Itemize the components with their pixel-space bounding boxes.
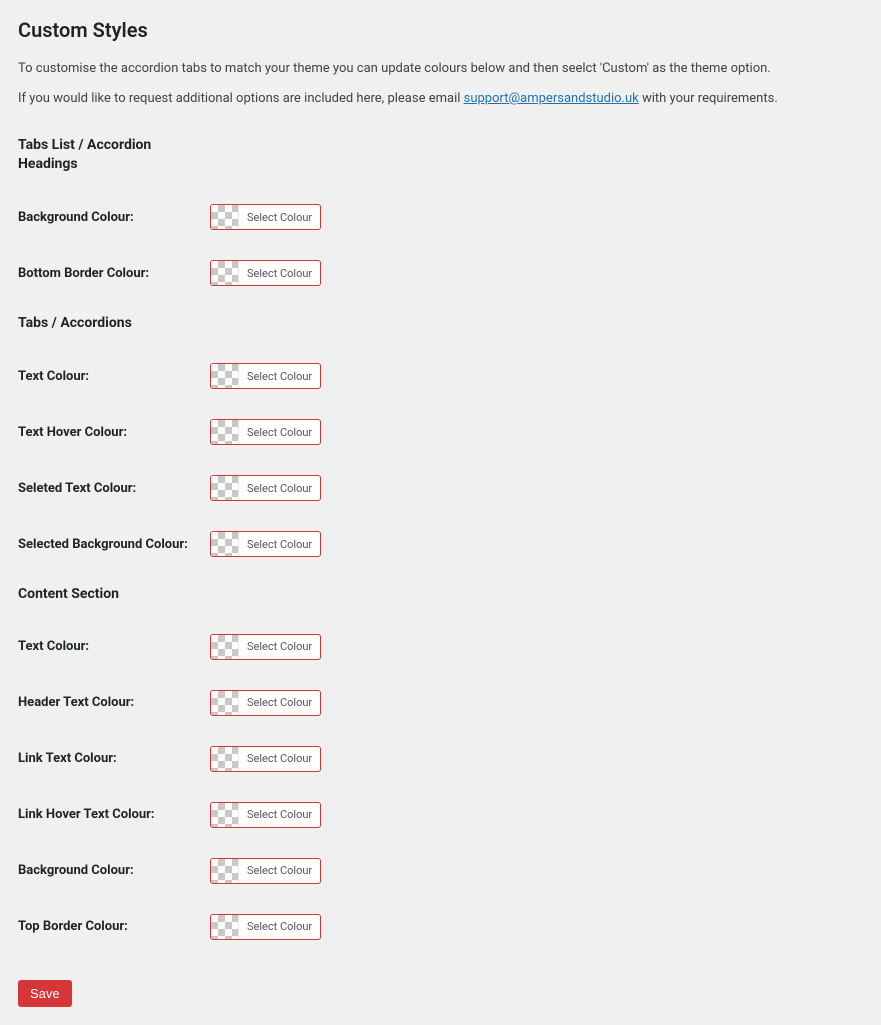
page-title: Custom Styles [18, 18, 863, 42]
colour-picker-text[interactable]: Select Colour [210, 363, 321, 389]
label-selected-background-colour: Selected Background Colour: [18, 537, 210, 552]
transparent-swatch-icon [211, 747, 239, 771]
transparent-swatch-icon [211, 859, 239, 883]
colour-picker-selected-text[interactable]: Select Colour [210, 475, 321, 501]
transparent-swatch-icon [211, 915, 239, 939]
colour-picker-label: Select Colour [239, 864, 320, 877]
colour-picker-label: Select Colour [239, 370, 320, 383]
field-text-hover-colour: Text Hover Colour: Select Colour [18, 419, 863, 445]
label-bottom-border-colour: Bottom Border Colour: [18, 266, 210, 281]
transparent-swatch-icon [211, 803, 239, 827]
support-email-link[interactable]: support@ampersandstudio.uk [464, 91, 639, 106]
colour-picker-header-text[interactable]: Select Colour [210, 690, 321, 716]
intro-line-1: To customise the accordion tabs to match… [18, 60, 863, 78]
transparent-swatch-icon [211, 635, 239, 659]
section-heading-tabs-accordions: Tabs / Accordions [18, 314, 188, 333]
field-header-text-colour: Header Text Colour: Select Colour [18, 690, 863, 716]
colour-picker-bottom-border[interactable]: Select Colour [210, 260, 321, 286]
colour-picker-label: Select Colour [239, 211, 320, 224]
field-selected-text-colour: Seleted Text Colour: Select Colour [18, 475, 863, 501]
label-content-background-colour: Background Colour: [18, 863, 210, 878]
intro-line-2-before: If you would like to request additional … [18, 91, 464, 106]
field-bottom-border-colour: Bottom Border Colour: Select Colour [18, 260, 863, 286]
field-link-hover-text-colour: Link Hover Text Colour: Select Colour [18, 802, 863, 828]
colour-picker-label: Select Colour [239, 482, 320, 495]
colour-picker-link-text[interactable]: Select Colour [210, 746, 321, 772]
colour-picker-label: Select Colour [239, 752, 320, 765]
field-content-text-colour: Text Colour: Select Colour [18, 634, 863, 660]
colour-picker-label: Select Colour [239, 538, 320, 551]
field-background-colour: Background Colour: Select Colour [18, 204, 863, 230]
colour-picker-label: Select Colour [239, 426, 320, 439]
transparent-swatch-icon [211, 205, 239, 229]
transparent-swatch-icon [211, 261, 239, 285]
transparent-swatch-icon [211, 364, 239, 388]
save-button[interactable]: Save [18, 980, 72, 1007]
transparent-swatch-icon [211, 420, 239, 444]
label-selected-text-colour: Seleted Text Colour: [18, 481, 210, 496]
field-content-background-colour: Background Colour: Select Colour [18, 858, 863, 884]
label-content-text-colour: Text Colour: [18, 639, 210, 654]
intro-text: To customise the accordion tabs to match… [18, 60, 863, 108]
colour-picker-label: Select Colour [239, 267, 320, 280]
section-heading-tabs-list: Tabs List / Accordion Headings [18, 136, 188, 174]
colour-picker-background[interactable]: Select Colour [210, 204, 321, 230]
section-heading-content-section: Content Section [18, 585, 188, 604]
colour-picker-content-background[interactable]: Select Colour [210, 858, 321, 884]
label-link-text-colour: Link Text Colour: [18, 751, 210, 766]
field-link-text-colour: Link Text Colour: Select Colour [18, 746, 863, 772]
colour-picker-label: Select Colour [239, 696, 320, 709]
colour-picker-top-border[interactable]: Select Colour [210, 914, 321, 940]
colour-picker-content-text[interactable]: Select Colour [210, 634, 321, 660]
field-selected-background-colour: Selected Background Colour: Select Colou… [18, 531, 863, 557]
colour-picker-selected-background[interactable]: Select Colour [210, 531, 321, 557]
colour-picker-label: Select Colour [239, 640, 320, 653]
transparent-swatch-icon [211, 691, 239, 715]
label-link-hover-text-colour: Link Hover Text Colour: [18, 807, 210, 822]
intro-line-2: If you would like to request additional … [18, 90, 863, 108]
label-background-colour: Background Colour: [18, 210, 210, 225]
transparent-swatch-icon [211, 532, 239, 556]
label-header-text-colour: Header Text Colour: [18, 695, 210, 710]
field-text-colour: Text Colour: Select Colour [18, 363, 863, 389]
label-top-border-colour: Top Border Colour: [18, 919, 210, 934]
colour-picker-label: Select Colour [239, 808, 320, 821]
colour-picker-label: Select Colour [239, 920, 320, 933]
colour-picker-text-hover[interactable]: Select Colour [210, 419, 321, 445]
transparent-swatch-icon [211, 476, 239, 500]
colour-picker-link-hover-text[interactable]: Select Colour [210, 802, 321, 828]
label-text-hover-colour: Text Hover Colour: [18, 425, 210, 440]
field-top-border-colour: Top Border Colour: Select Colour [18, 914, 863, 940]
label-text-colour: Text Colour: [18, 369, 210, 384]
intro-line-2-after: with your requirements. [639, 91, 778, 106]
